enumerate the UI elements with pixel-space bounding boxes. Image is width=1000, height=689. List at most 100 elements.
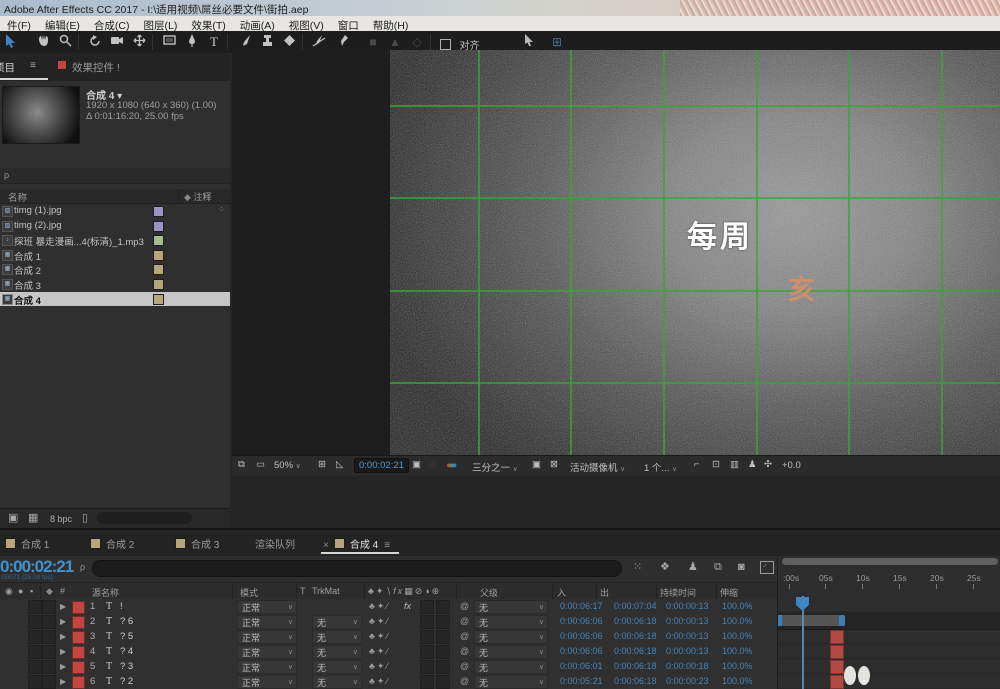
project-item-row[interactable]: ▨timg (2).jpg	[0, 219, 230, 233]
text-tool-icon[interactable]: T	[205, 34, 223, 50]
roto-brush-tool-icon[interactable]	[310, 34, 328, 50]
camera-select[interactable]: 活动摄像机 ∨	[570, 460, 625, 474]
layer-row[interactable]: ▶2T? 6正常∨无∨♣✦∕@无∨0:00:06:060:00:06:180:0…	[0, 614, 777, 630]
blend-mode-select[interactable]: 正常∨	[237, 615, 297, 629]
snapshot-camera-icon[interactable]: ▣	[412, 460, 421, 470]
title-bar[interactable]: Adobe After Effects CC 2017 - I:\适用视频\屌丝…	[0, 0, 1000, 16]
puppet-pin-tool-icon[interactable]	[334, 34, 352, 50]
blend-mode-select[interactable]: 正常∨	[237, 675, 297, 689]
project-item-row[interactable]: ▦合成 4	[0, 292, 230, 306]
trkmat-select[interactable]: 无∨	[312, 675, 362, 689]
layer-row[interactable]: ▶5T? 3正常∨无∨♣✦∕@无∨0:00:06:010:00:06:180:0…	[0, 659, 777, 675]
switch-cell[interactable]	[420, 615, 434, 629]
switch-cell[interactable]	[420, 660, 434, 674]
in-value[interactable]: 0:00:06:17	[560, 601, 603, 611]
motion-blur-icon[interactable]: ◙	[738, 562, 745, 573]
layer-row[interactable]: ▶3T? 5正常∨无∨♣✦∕@无∨0:00:06:060:00:06:180:0…	[0, 629, 777, 645]
parent-pickwhip-icon[interactable]: @	[460, 601, 469, 611]
stretch-value[interactable]: 100.0%	[722, 631, 753, 641]
project-item-row[interactable]: ▦合成 3	[0, 277, 230, 291]
project-search-bar[interactable]: ρ	[0, 168, 230, 184]
layer-switches[interactable]: ♣✦∕	[369, 601, 390, 612]
expand-arrow-icon[interactable]: ▶	[60, 662, 66, 671]
timeline-tab[interactable]: 合成 2	[90, 536, 134, 551]
parent-select[interactable]: 无∨	[474, 675, 548, 689]
switch-cell[interactable]	[436, 615, 450, 629]
parent-pickwhip-icon[interactable]: @	[460, 676, 469, 686]
new-comp-icon[interactable]: ▦	[28, 513, 38, 524]
switch-cell[interactable]	[436, 645, 450, 659]
trkmat-column[interactable]: TrkMat	[312, 586, 340, 596]
parent-select[interactable]: 无∨	[474, 645, 548, 659]
always-preview-icon[interactable]: ⧉	[238, 460, 245, 470]
blend-mode-select[interactable]: 正常∨	[237, 660, 297, 674]
label-color-chip[interactable]	[153, 206, 164, 217]
video-switch-cell[interactable]	[28, 675, 42, 689]
bpc-button[interactable]: 8 bpc	[50, 514, 72, 524]
layer-label-chip[interactable]	[72, 631, 85, 644]
in-value[interactable]: 0:00:06:06	[560, 631, 603, 641]
video-switch-cell[interactable]	[28, 630, 42, 644]
layer-label-chip[interactable]	[72, 616, 85, 629]
mode-column[interactable]: 模式	[240, 586, 258, 599]
footer-scroll-pill[interactable]	[97, 512, 192, 524]
layer-bar[interactable]	[830, 675, 844, 689]
audio-switch-cell[interactable]	[42, 600, 56, 614]
trkmat-select[interactable]: 无∨	[312, 645, 362, 659]
timeline-tab[interactable]: 渲染队列	[255, 536, 295, 551]
stretch-value[interactable]: 100.0%	[722, 601, 753, 611]
brush-tool-icon[interactable]	[236, 34, 254, 50]
audio-switch-cell[interactable]	[42, 615, 56, 629]
stretch-value[interactable]: 100.0%	[722, 646, 753, 656]
parent-pickwhip-icon[interactable]: @	[460, 631, 469, 641]
source-name-column[interactable]: 源名称	[92, 586, 119, 599]
pan-behind-tool-icon[interactable]	[130, 34, 148, 50]
mini-flowchart-icon[interactable]: ⁙	[633, 562, 642, 573]
primary-viewer-icon[interactable]: ▭	[256, 460, 265, 470]
video-switch-cell[interactable]	[28, 600, 42, 614]
layer-row[interactable]: ▶6T? 2正常∨无∨♣✦∕@无∨0:00:05:210:00:06:180:0…	[0, 674, 777, 689]
out-column[interactable]: 出	[600, 586, 609, 599]
video-switch-cell[interactable]	[28, 615, 42, 629]
duration-value[interactable]: 0:00:00:13	[666, 631, 709, 641]
audio-switch-cell[interactable]	[42, 630, 56, 644]
frame-blend-icon[interactable]: ⧉	[714, 562, 722, 573]
draft3d-icon[interactable]: ❖	[660, 562, 670, 573]
reset-exposure-icon[interactable]: ✣	[764, 460, 772, 470]
work-area-end-handle[interactable]	[839, 615, 845, 626]
in-value[interactable]: 0:00:06:06	[560, 616, 603, 626]
project-item-row[interactable]: ♪探班 暴走漫画...4(标清)_1.mp3	[0, 233, 230, 247]
eraser-tool-icon[interactable]	[280, 34, 298, 50]
duration-value[interactable]: 0:00:00:23	[666, 676, 709, 686]
label-color-chip[interactable]	[153, 294, 164, 305]
out-value[interactable]: 0:00:06:18	[614, 661, 657, 671]
clone-stamp-tool-icon[interactable]	[258, 34, 276, 50]
safe-margins-icon[interactable]: ⊞	[318, 460, 326, 470]
out-value[interactable]: 0:00:06:18	[614, 616, 657, 626]
parent-select[interactable]: 无∨	[474, 600, 548, 614]
work-area-bar[interactable]	[780, 615, 844, 626]
work-area-start-handle[interactable]	[778, 615, 782, 626]
view-layout-select[interactable]: 1 个... ∨	[644, 460, 677, 474]
layer-switches[interactable]: ♣✦∕	[369, 631, 390, 642]
layer-bar[interactable]	[830, 645, 844, 659]
out-value[interactable]: 0:00:07:04	[614, 601, 657, 611]
pixel-aspect-icon[interactable]: ⌐	[694, 460, 700, 470]
fast-preview-icon[interactable]: ⊡	[712, 460, 720, 470]
switch-cell[interactable]	[420, 630, 434, 644]
tab-effect-controls[interactable]: 效果控件 !	[72, 60, 120, 75]
playhead-marker[interactable]	[796, 597, 809, 611]
flowchart-icon[interactable]: ♟	[748, 460, 757, 470]
switch-cell[interactable]	[436, 630, 450, 644]
layer-bar[interactable]	[830, 660, 844, 674]
blend-mode-select[interactable]: 正常∨	[237, 630, 297, 644]
fx-badge[interactable]: fx	[404, 601, 411, 611]
parent-select[interactable]: 无∨	[474, 630, 548, 644]
comp-viewer[interactable]: 每周 亥	[232, 50, 1000, 455]
label-color-chip[interactable]	[153, 250, 164, 261]
stretch-value[interactable]: 100.0%	[722, 661, 753, 671]
channel-icon[interactable]: ●●●	[446, 460, 457, 471]
in-value[interactable]: 0:00:05:21	[560, 676, 603, 686]
tab-project[interactable]: 项目	[0, 60, 15, 75]
layer-switches[interactable]: ♣✦∕	[369, 661, 390, 672]
